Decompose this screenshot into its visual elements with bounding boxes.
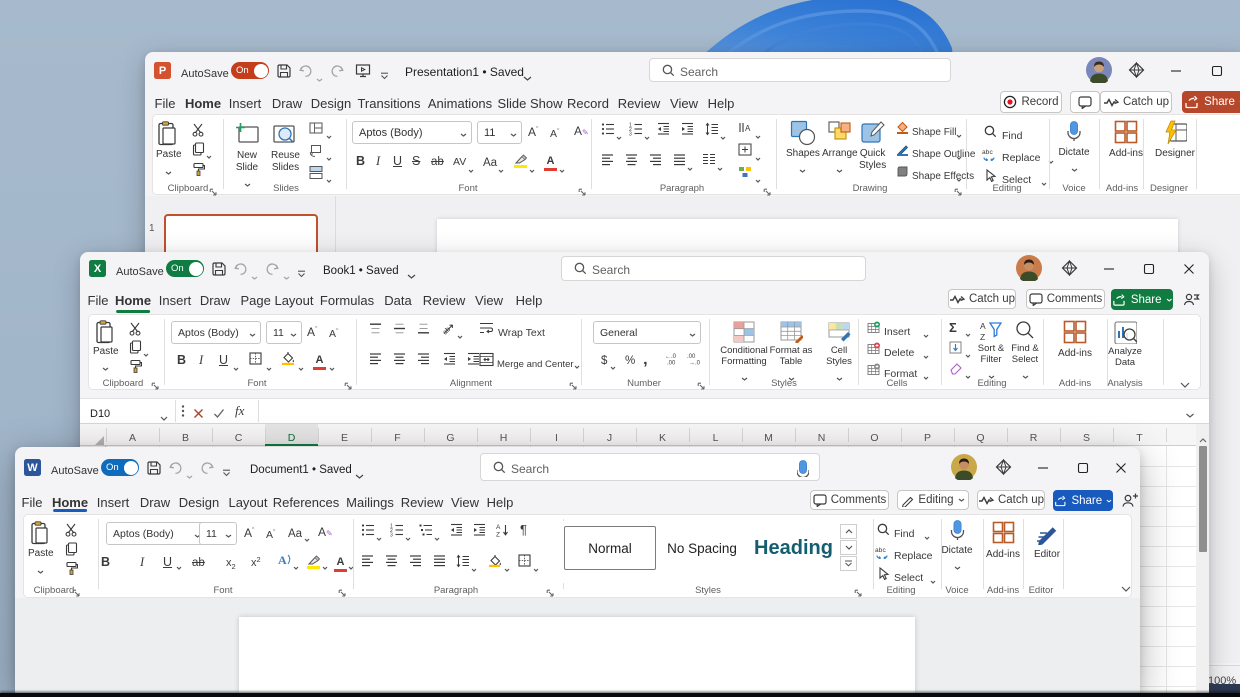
- svg-text:A: A: [745, 124, 751, 133]
- svg-text:c: c: [883, 547, 887, 554]
- svg-text:A: A: [278, 553, 287, 567]
- svg-text:A: A: [496, 524, 501, 531]
- svg-text:.00: .00: [667, 361, 676, 366]
- svg-text:→.0: →.0: [689, 361, 701, 366]
- svg-text:ab: ab: [982, 149, 990, 156]
- svg-text:A: A: [980, 321, 986, 331]
- svg-text:3: 3: [390, 533, 393, 537]
- svg-text:Z: Z: [496, 532, 500, 538]
- svg-text:Z: Z: [980, 332, 985, 342]
- svg-text:.00: .00: [687, 354, 696, 360]
- svg-text:c: c: [990, 149, 994, 156]
- svg-text:ab: ab: [875, 547, 883, 554]
- svg-text:←.0: ←.0: [665, 354, 677, 360]
- svg-text:3: 3: [629, 132, 632, 136]
